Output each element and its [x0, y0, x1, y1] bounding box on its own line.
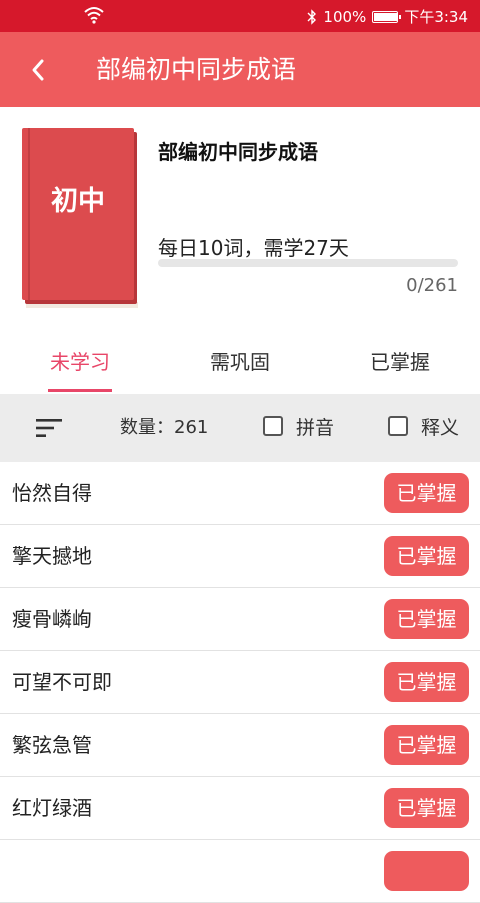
battery-fill	[374, 12, 398, 21]
wifi-icon	[84, 7, 104, 24]
mastered-button[interactable]	[384, 851, 469, 891]
mastered-button[interactable]: 已掌握	[384, 536, 469, 576]
tab-unlearned[interactable]: 未学习	[0, 330, 160, 394]
tab-bar: 未学习 需巩固 已掌握	[0, 330, 480, 394]
list-item: 可望不可即 已掌握	[0, 651, 480, 714]
sort-icon[interactable]	[36, 418, 62, 438]
title-bar: 部编初中同步成语	[0, 32, 480, 107]
status-time: 下午3:34	[404, 8, 468, 26]
page-title: 部编初中同步成语	[96, 55, 297, 84]
mastered-button[interactable]: 已掌握	[384, 725, 469, 765]
bluetooth-icon	[307, 8, 317, 25]
idiom-list: 怡然自得 已掌握 擎天撼地 已掌握 瘦骨嶙峋 已掌握 可望不可即 已掌握 繁弦急…	[0, 462, 480, 903]
mastered-button[interactable]: 已掌握	[384, 599, 469, 639]
progress-bar	[158, 259, 458, 267]
meaning-label[interactable]: 释义	[421, 394, 459, 462]
book-name: 部编初中同步成语	[158, 140, 318, 164]
mastered-button[interactable]: 已掌握	[384, 473, 469, 513]
filter-bar: 数量：261 拼音 释义	[0, 394, 480, 462]
list-item: 瘦骨嶙峋 已掌握	[0, 588, 480, 651]
list-item: 擎天撼地 已掌握	[0, 525, 480, 588]
idiom-text: 可望不可即	[12, 670, 112, 694]
word-count: 数量：261	[120, 417, 209, 438]
active-tab-indicator	[48, 389, 112, 392]
progress-count: 0/261	[406, 275, 458, 296]
study-plan: 每日10词，需学27天	[158, 236, 349, 260]
idiom-text: 繁弦急管	[12, 733, 92, 757]
mastered-button[interactable]: 已掌握	[384, 788, 469, 828]
mastered-button[interactable]: 已掌握	[384, 662, 469, 702]
idiom-text: 瘦骨嶙峋	[12, 607, 92, 631]
list-item: 繁弦急管 已掌握	[0, 714, 480, 777]
status-bar: 100% 下午3:34	[0, 0, 480, 32]
idiom-text: 红灯绿酒	[12, 796, 92, 820]
back-button[interactable]	[20, 52, 56, 88]
pinyin-label[interactable]: 拼音	[296, 394, 334, 462]
book-pages	[26, 302, 138, 308]
list-item: 怡然自得 已掌握	[0, 462, 480, 525]
book-cover-text: 初中	[51, 186, 105, 217]
idiom-text: 擎天撼地	[12, 544, 92, 568]
list-item: 红灯绿酒 已掌握	[0, 777, 480, 840]
battery-icon	[372, 10, 402, 23]
battery-percent: 100%	[323, 7, 367, 26]
book-cover: 初中	[22, 128, 140, 308]
meaning-checkbox[interactable]	[388, 416, 408, 436]
tab-mastered[interactable]: 已掌握	[320, 330, 480, 394]
chevron-left-icon	[32, 59, 44, 81]
idiom-text: 怡然自得	[12, 481, 92, 505]
pinyin-checkbox[interactable]	[263, 416, 283, 436]
tab-review[interactable]: 需巩固	[160, 330, 320, 394]
list-item	[0, 840, 480, 903]
